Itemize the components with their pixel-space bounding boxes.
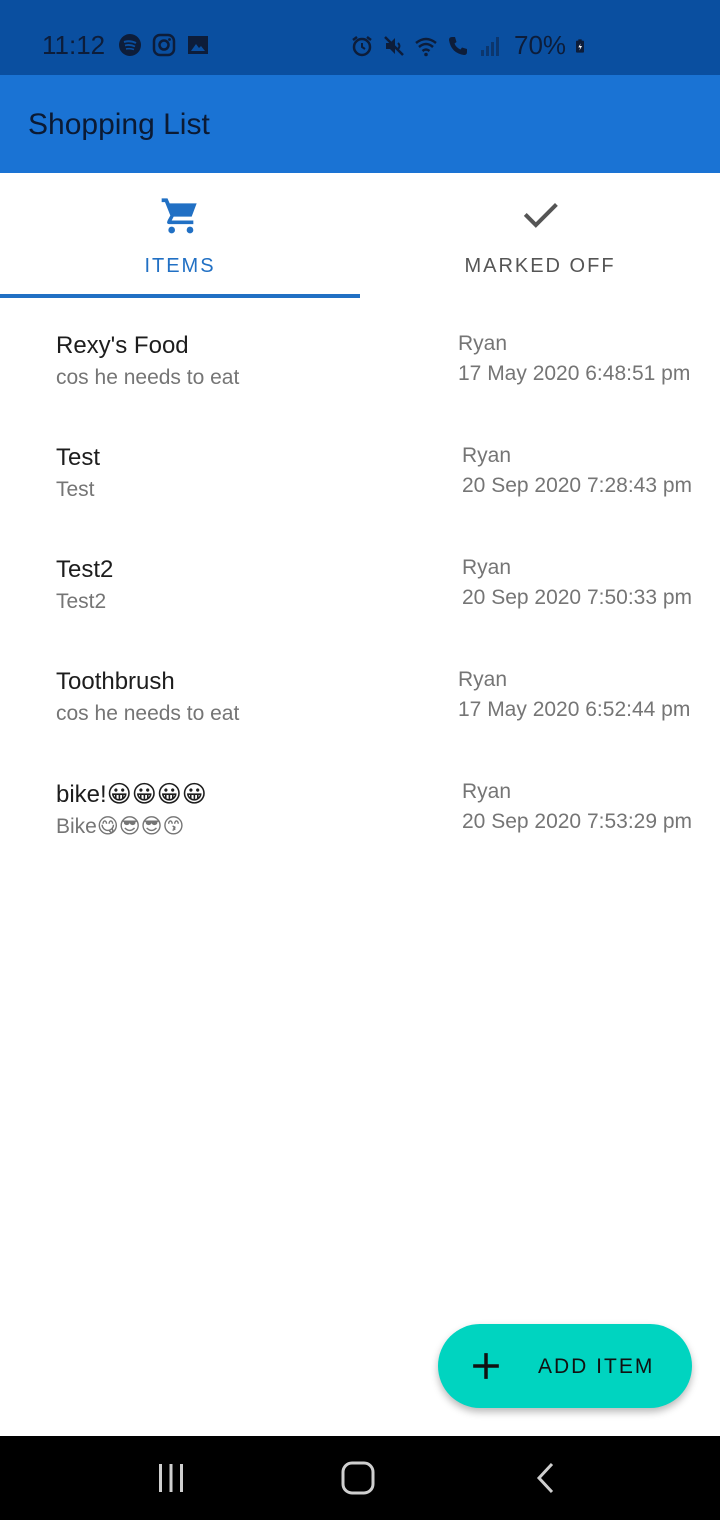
battery-icon [576,38,585,53]
check-icon [523,203,558,228]
item-date: 20 Sep 2020 7:28:43 pm [462,474,693,497]
system-nav-bar [0,1436,720,1520]
item-date: 20 Sep 2020 7:50:33 pm [462,586,693,609]
status-bar: 11:12 70% [0,0,720,75]
instagram-icon [152,33,176,57]
plus-icon [473,1353,499,1379]
tab-items[interactable]: ITEMS [0,173,360,299]
item-description: cos he needs to eat [56,366,240,389]
item-name: Toothbrush [56,668,175,695]
item-user: Ryan [458,332,508,355]
item-description: Test2 [56,590,107,613]
item-user: Ryan [462,556,512,579]
alarm-icon [352,35,372,56]
list-item[interactable]: bike!😀😀😀😀 Bike😋😎😎😙 Ryan 20 Sep 2020 7:53… [0,748,720,860]
list-item[interactable]: Rexy's Food cos he needs to eat Ryan 17 … [0,300,720,412]
cart-icon [161,198,197,234]
tab-bar: ITEMS MARKED OFF [0,173,720,299]
item-description: Bike😋😎😎😙 [56,815,185,838]
page-title: Shopping List [28,108,210,141]
list-item[interactable]: Toothbrush cos he needs to eat Ryan 17 M… [0,636,720,748]
wifi-call-icon [449,36,467,55]
item-name: Test [56,444,101,471]
status-right-icons: 70% [350,30,590,61]
signal-icon [481,36,499,56]
item-user: Ryan [462,780,512,803]
item-user: Ryan [458,668,508,691]
add-item-button[interactable]: ADD ITEM [438,1324,692,1408]
home-icon[interactable] [338,1460,378,1496]
item-name: Test2 [56,556,114,583]
app-bar: Shopping List [0,75,720,173]
item-description: Test [56,478,95,501]
battery-percent: 70% [514,30,567,60]
status-time: 11:12 [42,30,106,60]
item-list: Rexy's Food cos he needs to eat Ryan 17 … [0,300,720,860]
item-date: 20 Sep 2020 7:53:29 pm [462,810,693,833]
tab-selected-indicator [0,294,360,298]
wifi-icon [415,37,437,56]
back-icon[interactable] [526,1460,566,1496]
recents-icon[interactable] [151,1460,191,1496]
list-item[interactable]: Test2 Test2 Ryan 20 Sep 2020 7:50:33 pm [0,524,720,636]
list-item[interactable]: Test Test Ryan 20 Sep 2020 7:28:43 pm [0,412,720,524]
item-name: bike!😀😀😀😀 [56,781,207,808]
gallery-icon [188,36,208,54]
status-left-icons [118,33,210,57]
mute-icon [384,35,404,56]
item-date: 17 May 2020 6:52:44 pm [458,698,691,721]
spotify-icon [119,34,141,56]
screen: 11:12 70% Shopping List ITEMS MARKED OFF… [0,0,720,1520]
item-user: Ryan [462,444,512,467]
tab-marked-off-label: MARKED OFF [464,255,616,277]
item-description: cos he needs to eat [56,702,240,725]
tab-marked-off[interactable]: MARKED OFF [360,173,720,299]
add-item-label: ADD ITEM [538,1355,655,1378]
item-date: 17 May 2020 6:48:51 pm [458,362,691,385]
item-name: Rexy's Food [56,332,189,359]
tab-items-label: ITEMS [144,255,216,277]
